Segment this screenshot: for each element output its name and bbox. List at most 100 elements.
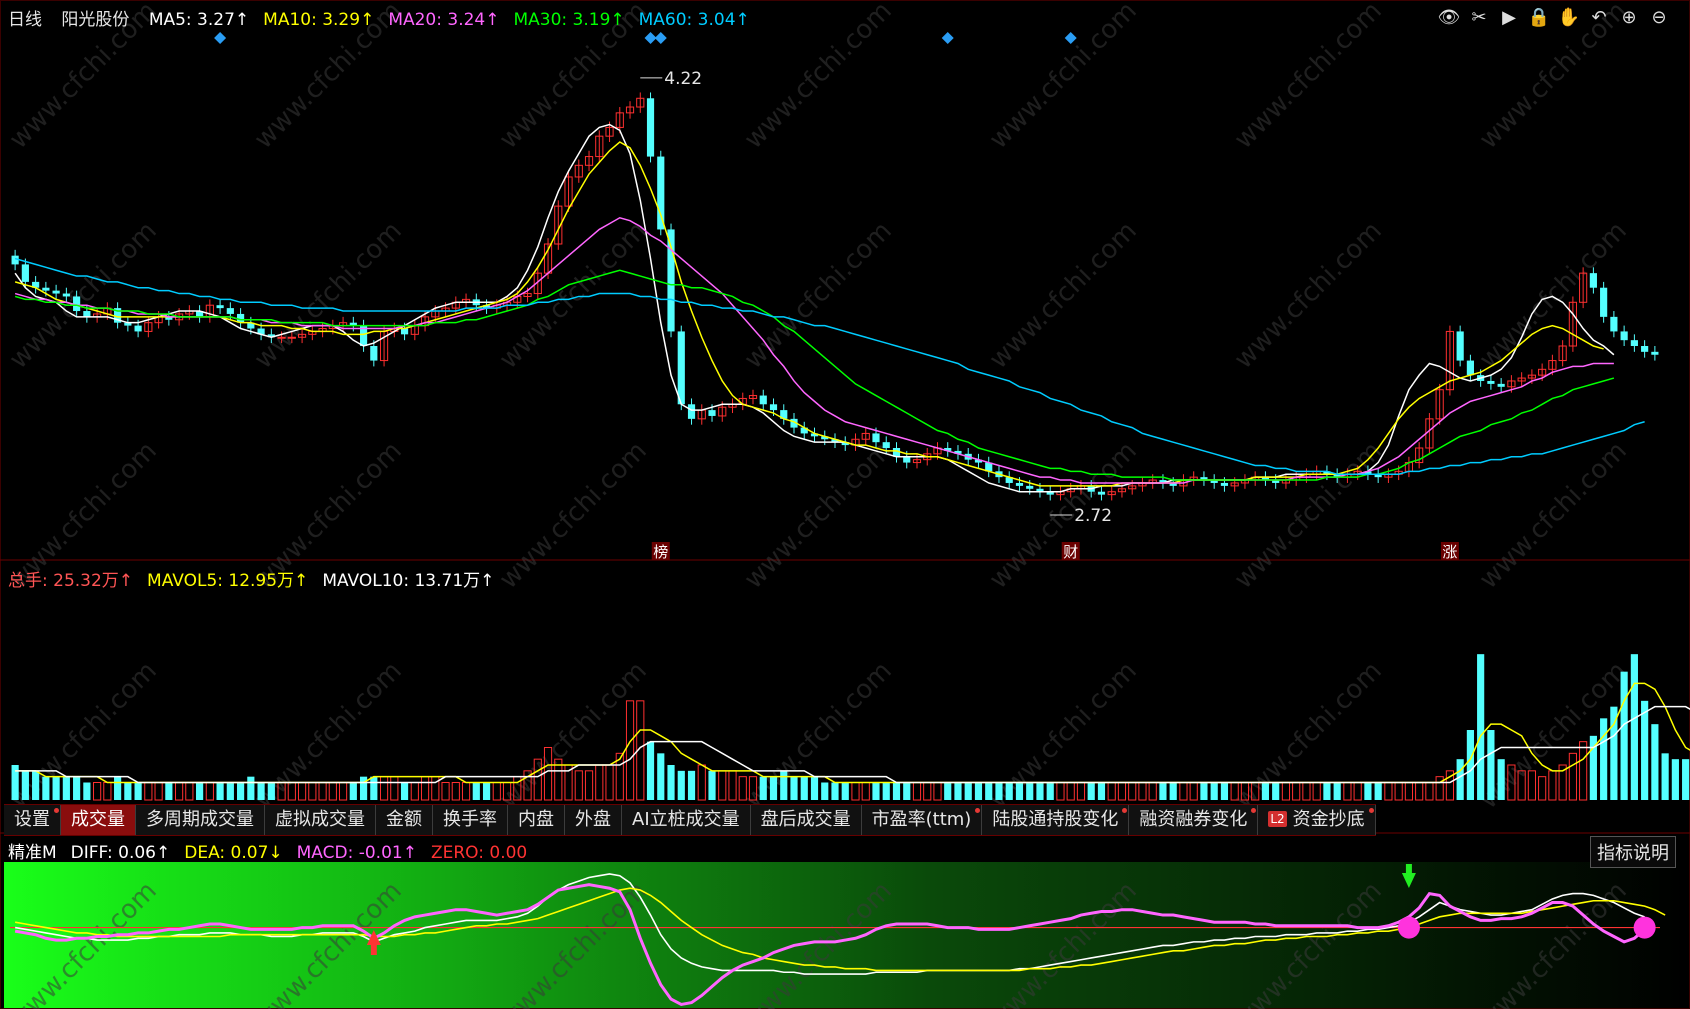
chart-toolbar: 👁 ✂ ▶ 🔒 ✋ ↶ ⊕ ⊖ bbox=[1436, 4, 1672, 30]
candle bbox=[1189, 471, 1198, 486]
volume-bar bbox=[144, 782, 153, 801]
candle-body bbox=[882, 442, 890, 448]
watermark-text: www.cfchi.com bbox=[1229, 656, 1388, 815]
event-diamond-icon bbox=[644, 32, 657, 44]
tab-3[interactable]: 虚拟成交量 bbox=[265, 805, 376, 835]
candle bbox=[748, 389, 758, 405]
volume-bar bbox=[1497, 759, 1505, 800]
candle bbox=[1046, 485, 1054, 501]
play-icon[interactable]: ▶ bbox=[1496, 4, 1522, 30]
volume-bar bbox=[349, 782, 357, 800]
candle bbox=[1641, 340, 1649, 358]
tab-0[interactable]: 设置 bbox=[4, 805, 61, 835]
volume-bar bbox=[1107, 782, 1116, 801]
hand-icon[interactable]: ✋ bbox=[1556, 4, 1582, 30]
volume-bar bbox=[1374, 782, 1382, 800]
candle-body bbox=[769, 404, 778, 411]
scissors-icon[interactable]: ✂ bbox=[1466, 4, 1492, 30]
candle-body bbox=[657, 156, 665, 230]
zoom-in-icon[interactable]: ⊕ bbox=[1616, 4, 1642, 30]
undo-icon[interactable]: ↶ bbox=[1586, 4, 1612, 30]
tab-label: 多周期成交量 bbox=[146, 809, 254, 830]
candle bbox=[1466, 354, 1474, 381]
tab-label: 金额 bbox=[386, 809, 422, 830]
tab-2[interactable]: 多周期成交量 bbox=[136, 805, 265, 835]
volume-bar bbox=[1210, 782, 1218, 800]
volume-bar bbox=[759, 776, 767, 800]
tab-12[interactable]: 融资融券变化 bbox=[1129, 805, 1259, 835]
event-diamond-icon bbox=[214, 32, 227, 44]
volume-bar bbox=[584, 770, 594, 801]
tab-11[interactable]: 陆股通持股变化 bbox=[982, 805, 1130, 835]
volume-bar bbox=[1015, 782, 1024, 800]
volume-bar bbox=[1384, 782, 1393, 801]
watermark-text: www.cfchi.com bbox=[984, 216, 1143, 375]
watermark-text: www.cfchi.com bbox=[984, 0, 1143, 155]
candle-body bbox=[903, 456, 911, 463]
volume-bar bbox=[1435, 776, 1444, 801]
volume-bar bbox=[216, 782, 224, 800]
volume-bar bbox=[912, 782, 922, 801]
period-label[interactable]: 日线 bbox=[8, 10, 42, 30]
tab-8[interactable]: AI立桩成交量 bbox=[622, 805, 751, 835]
candle bbox=[1487, 375, 1495, 390]
indicator-explain-button[interactable]: 指标说明 bbox=[1590, 836, 1676, 868]
candle bbox=[861, 427, 870, 446]
volume-bar bbox=[625, 700, 635, 801]
notification-dot-icon bbox=[1122, 808, 1128, 813]
tab-1[interactable]: 成交量 bbox=[61, 805, 136, 835]
candle bbox=[759, 389, 767, 411]
volume-bar bbox=[1200, 782, 1208, 800]
candle bbox=[625, 101, 635, 119]
ma-legend-item-1: MA10: 3.29↑ bbox=[263, 10, 375, 30]
tab-6[interactable]: 内盘 bbox=[508, 805, 565, 835]
notification-dot-icon bbox=[54, 808, 59, 813]
volume-bar bbox=[831, 782, 839, 800]
volume-bar bbox=[73, 776, 81, 800]
tab-label: 外盘 bbox=[575, 809, 611, 830]
tab-5[interactable]: 换手率 bbox=[433, 805, 508, 835]
tab-10[interactable]: 市盈率(ttm) bbox=[862, 805, 983, 835]
volume-legend-item-0: 总手: 25.32万↑ bbox=[8, 571, 134, 591]
lock-icon[interactable]: 🔒 bbox=[1526, 4, 1552, 30]
volume-bar bbox=[810, 776, 819, 800]
candle-body bbox=[1610, 316, 1618, 332]
candle-body bbox=[42, 287, 50, 291]
volume-bar bbox=[1005, 782, 1013, 800]
tab-4[interactable]: 金额 bbox=[376, 805, 433, 835]
volume-bar bbox=[1169, 782, 1177, 800]
watermark-text: www.cfchi.com bbox=[739, 216, 898, 375]
tab-7[interactable]: 外盘 bbox=[565, 805, 622, 835]
volume-legend-item-1: MAVOL5: 12.95万↑ bbox=[147, 571, 309, 591]
candle-body bbox=[83, 311, 91, 317]
volume-bar bbox=[338, 782, 348, 801]
tab-9[interactable]: 盘后成交量 bbox=[751, 805, 862, 835]
volume-bar bbox=[1682, 759, 1690, 800]
volume-bar bbox=[1138, 782, 1147, 801]
watermark-text: www.cfchi.com bbox=[494, 656, 653, 815]
notification-dot-icon bbox=[1368, 808, 1374, 813]
volume-bar bbox=[985, 782, 993, 800]
tab-label: 融资融券变化 bbox=[1139, 809, 1248, 830]
candle-body bbox=[872, 433, 880, 443]
cross-signal-dot-icon bbox=[1397, 916, 1420, 939]
candle-body bbox=[226, 308, 234, 314]
eye-icon[interactable]: 👁 bbox=[1436, 4, 1462, 30]
volume-bar bbox=[359, 776, 368, 800]
volume-bar bbox=[841, 782, 849, 800]
candle bbox=[1610, 311, 1618, 338]
event-label: 榜 bbox=[653, 543, 668, 561]
volume-bar bbox=[923, 782, 932, 801]
candle bbox=[1374, 468, 1382, 483]
volume-bar bbox=[1364, 782, 1372, 800]
candle bbox=[1620, 325, 1628, 346]
tab-13[interactable]: L2 资金抄底 bbox=[1258, 805, 1376, 835]
zoom-out-icon[interactable]: ⊖ bbox=[1646, 4, 1672, 30]
ma-legend-item-2: MA20: 3.24↑ bbox=[388, 10, 500, 30]
volume-bar bbox=[165, 782, 173, 800]
volume-bar bbox=[205, 782, 214, 801]
stock-name[interactable]: 阳光股份 bbox=[61, 10, 129, 30]
volume-bar bbox=[52, 776, 60, 800]
volume-bar bbox=[790, 776, 798, 800]
volume-bar bbox=[1302, 782, 1311, 801]
